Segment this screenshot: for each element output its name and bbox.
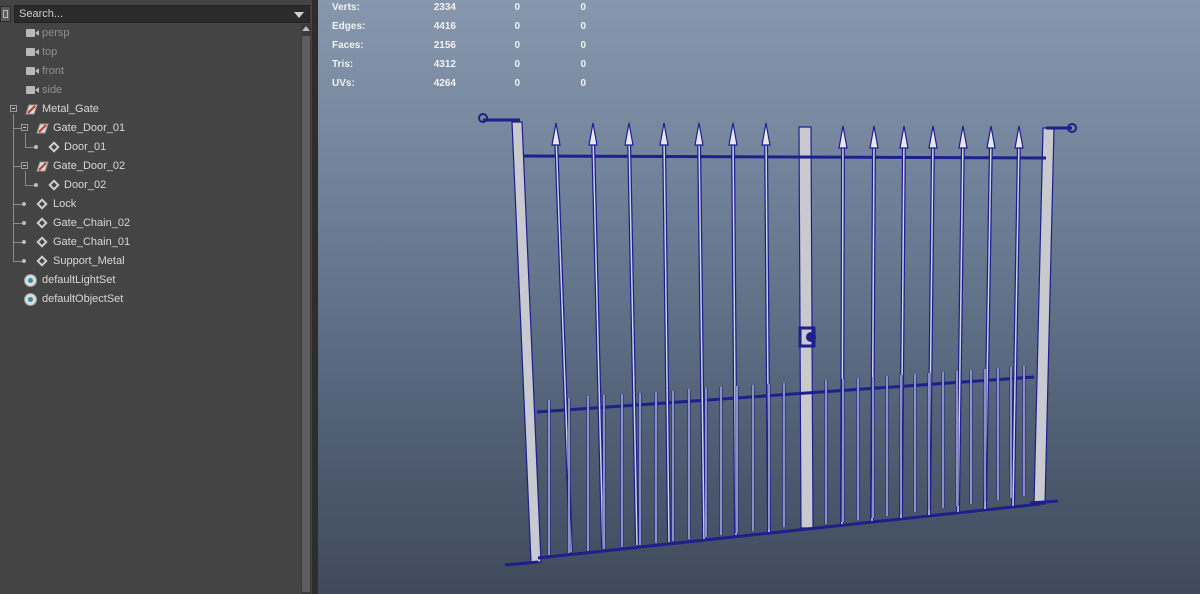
gate-bar-highlight	[628, 134, 638, 546]
camera-icon	[26, 67, 39, 75]
mesh-icon	[48, 179, 60, 191]
hinge-bottom-right	[1029, 499, 1059, 505]
gate-lock-body	[806, 332, 816, 342]
gate-bar-highlight	[1012, 137, 1020, 507]
outliner-item-label: Support_Metal	[53, 255, 125, 267]
set-icon	[24, 274, 37, 287]
top-rail	[523, 154, 1047, 160]
3d-viewport[interactable]: Verts: 2334 0 0 Edges: 4416 0 0 Faces: 2…	[318, 0, 1200, 594]
collapse-toggle-icon[interactable]	[21, 162, 28, 169]
outliner-panel: persp top front side Metal_Gate Gate_Doo…	[0, 0, 312, 594]
mesh-icon	[36, 217, 48, 229]
collapse-toggle-icon[interactable]	[10, 105, 17, 112]
gate-spike	[1014, 125, 1024, 149]
scroll-up-arrow-icon[interactable]	[302, 26, 310, 31]
leaf-node-dot	[22, 240, 26, 244]
outliner-item-default-object-set[interactable]: defaultObjectSet	[0, 290, 300, 309]
outliner-item-label: persp	[42, 27, 70, 39]
outliner-item-door-01[interactable]: Door_01	[0, 138, 300, 157]
leaf-node-dot	[34, 145, 38, 149]
gate-spike	[659, 122, 669, 146]
group-transform-icon	[25, 104, 38, 115]
gate-spike	[928, 125, 938, 149]
outliner-item-gate-door-02[interactable]: Gate_Door_02	[0, 157, 300, 176]
outliner-item-label: Gate_Door_02	[53, 160, 126, 172]
outliner-item-persp[interactable]: persp	[0, 24, 300, 43]
gate-spike	[869, 125, 879, 149]
collapse-toggle-icon[interactable]	[21, 124, 28, 131]
tree-branch-line	[13, 128, 21, 129]
outliner-item-side[interactable]: side	[0, 81, 300, 100]
set-icon	[24, 293, 37, 306]
outliner-item-label: Door_02	[64, 179, 107, 191]
camera-icon	[26, 48, 39, 56]
outliner-search-bar	[0, 4, 312, 24]
gate-post-right	[1033, 127, 1055, 505]
hinge-bottom-left	[504, 560, 539, 567]
leaf-node-dot	[22, 221, 26, 225]
outliner-item-top[interactable]: top	[0, 43, 300, 62]
gate-spike	[694, 122, 704, 146]
outliner-item-support-metal[interactable]: Support_Metal	[0, 252, 300, 271]
outliner-item-gate-chain-02[interactable]: Gate_Chain_02	[0, 214, 300, 233]
group-transform-icon	[36, 123, 49, 134]
gate-bar-highlight	[592, 134, 604, 550]
outliner-item-label: top	[42, 46, 58, 58]
mesh-icon	[36, 236, 48, 248]
search-input[interactable]	[14, 5, 310, 23]
tree-branch-line	[13, 166, 21, 167]
outliner-item-gate-chain-01[interactable]: Gate_Chain_01	[0, 233, 300, 252]
outliner-item-label: side	[42, 84, 63, 96]
outliner-item-label: Gate_Chain_02	[53, 217, 131, 229]
gate-spike	[551, 122, 561, 146]
mesh-icon	[36, 198, 48, 210]
outliner-item-lock[interactable]: Lock	[0, 195, 300, 214]
bottom-rail	[537, 502, 1041, 560]
gate-spike	[958, 125, 968, 149]
outliner-item-metal-gate[interactable]: Metal_Gate	[0, 100, 300, 119]
gate-spike	[899, 125, 909, 149]
gate-spike	[624, 122, 634, 146]
metal-gate-model[interactable]	[318, 0, 1200, 594]
outliner-item-label: Gate_Chain_01	[53, 236, 131, 248]
camera-icon	[26, 86, 39, 94]
filter-toggle-icon[interactable]	[0, 6, 11, 22]
outliner-item-label: defaultObjectSet	[42, 293, 124, 305]
search-options-dropdown-icon[interactable]	[294, 12, 304, 18]
outliner-item-door-02[interactable]: Door_02	[0, 176, 300, 195]
outliner-item-label: Lock	[53, 198, 77, 210]
mesh-icon	[48, 141, 60, 153]
outliner-item-label: defaultLightSet	[42, 274, 116, 286]
outliner-item-label: front	[42, 65, 65, 77]
outliner-item-label: Door_01	[64, 141, 107, 153]
camera-icon	[26, 29, 39, 37]
gate-spike	[838, 125, 848, 149]
gate-spike	[728, 122, 738, 146]
outliner-item-label: Metal_Gate	[42, 103, 99, 115]
group-transform-icon	[36, 161, 49, 172]
gate-spike	[761, 122, 771, 146]
mesh-icon	[36, 255, 48, 267]
outliner-item-front[interactable]: front	[0, 62, 300, 81]
outliner-item-default-light-set[interactable]: defaultLightSet	[0, 271, 300, 290]
gate-spike	[986, 125, 996, 149]
outliner-scrollbar[interactable]	[301, 24, 311, 594]
outliner-item-label: Gate_Door_01	[53, 122, 126, 134]
leaf-node-dot	[22, 259, 26, 263]
leaf-node-dot	[22, 202, 26, 206]
outliner-item-gate-door-01[interactable]: Gate_Door_01	[0, 119, 300, 138]
leaf-node-dot	[34, 183, 38, 187]
gate-post-left	[511, 121, 542, 563]
scrollbar-thumb[interactable]	[302, 36, 310, 592]
gate-spike	[588, 122, 598, 146]
